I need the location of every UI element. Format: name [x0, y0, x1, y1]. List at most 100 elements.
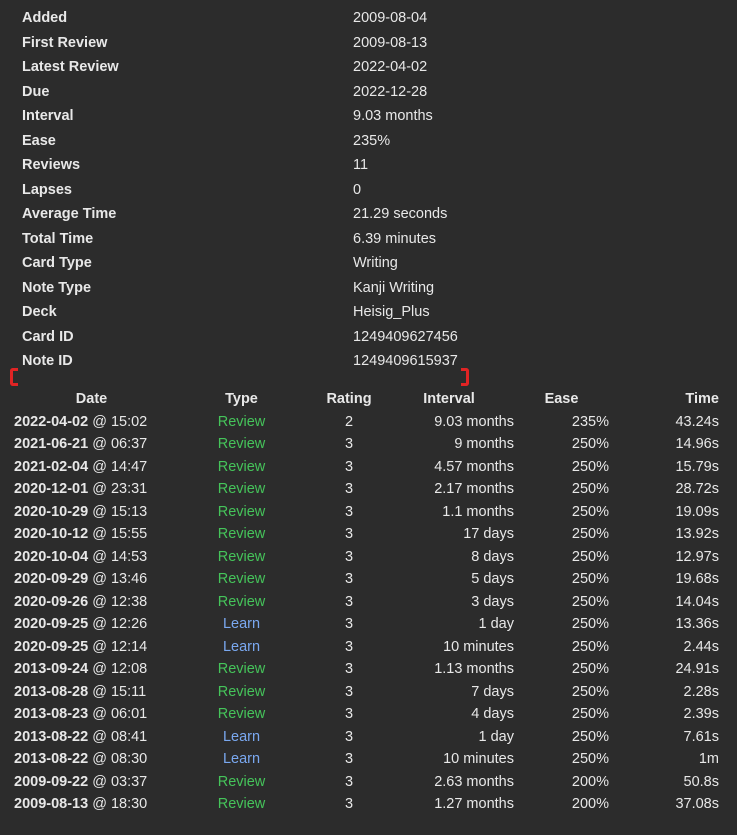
review-time-of-day: @ 08:41 [92, 728, 148, 745]
cell-ease: 250% [571, 436, 609, 453]
cell-date: 2009-08-13 @ 18:30 [14, 793, 169, 816]
cell-date: 2013-08-22 @ 08:30 [14, 748, 169, 771]
review-time-of-day: @ 08:30 [92, 751, 148, 768]
cell-ease: 250% [571, 661, 609, 678]
cell-rating: 2 [344, 413, 354, 430]
info-label: Average Time [22, 206, 117, 222]
cell-rating: 3 [344, 503, 354, 520]
review-time-of-day: @ 13:46 [92, 571, 148, 588]
cell-ease: 250% [571, 638, 609, 655]
cell-interval: 9 months [454, 436, 514, 453]
cell-date: 2020-10-12 @ 15:55 [14, 523, 169, 546]
cell-rating: 3 [344, 728, 354, 745]
info-label: Deck [22, 304, 57, 320]
cell-rating: 3 [344, 616, 354, 633]
review-date: 2020-09-29 [14, 571, 89, 588]
cell-ease: 250% [571, 728, 609, 745]
table-row: 2013-08-23 @ 06:01 Review 3 4 days 250% 2.39s [14, 703, 719, 726]
cell-date: 2020-12-01 @ 23:31 [14, 478, 169, 501]
review-date: 2022-04-02 [14, 413, 89, 430]
cell-interval: 1.13 months [434, 661, 514, 678]
table-row: 2022-04-02 @ 15:02 Review 2 9.03 months 235%… [14, 411, 719, 434]
cell-type: Review [217, 796, 266, 813]
info-value: 0 [353, 181, 362, 198]
cell-rating: 3 [344, 481, 354, 498]
cell-date: 2021-06-21 @ 06:37 [14, 433, 169, 456]
table-row: 2020-09-25 @ 12:26 Learn 3 1 day 250% 13.36s [14, 613, 719, 636]
cell-time: 7.61s [683, 728, 719, 745]
info-value: 11 [353, 157, 369, 173]
info-value: 21.29 seconds [353, 206, 448, 222]
cell-date: 2021-02-04 @ 14:47 [14, 456, 169, 479]
cell-date: 2020-09-29 @ 13:46 [14, 568, 169, 591]
review-time-of-day: @ 12:26 [92, 616, 148, 633]
info-row: Added 2009-08-04 [22, 6, 722, 31]
cell-type: Learn [222, 638, 261, 655]
cell-rating: 3 [344, 548, 354, 565]
info-row: Total Time 6.39 minutes [22, 227, 722, 252]
table-row: 2020-10-12 @ 15:55 Review 3 17 days 250% 13.9… [14, 523, 719, 546]
review-time-of-day: @ 06:37 [92, 436, 148, 453]
review-time-of-day: @ 12:08 [92, 661, 148, 678]
review-date: 2009-08-13 [14, 796, 89, 813]
cell-date: 2020-09-26 @ 12:38 [14, 591, 169, 614]
review-log-table: Date Type Rating Interval Ease Time 2022… [14, 388, 719, 816]
cell-interval: 4 days [471, 706, 514, 723]
cell-rating: 3 [344, 458, 354, 475]
cell-date: 2013-08-28 @ 15:11 [14, 681, 169, 704]
cell-rating: 3 [344, 706, 354, 723]
info-label: Note Type [22, 279, 92, 296]
info-row: Reviews 11 [22, 153, 722, 178]
cell-date: 2022-04-02 @ 15:02 [14, 411, 169, 434]
cell-type: Review [217, 683, 266, 700]
cell-rating: 3 [344, 526, 354, 543]
column-header-time: Time [685, 391, 719, 408]
cell-rating: 3 [344, 571, 354, 588]
table-row: 2020-09-29 @ 13:46 Review 3 5 days 250% 19.68… [14, 568, 719, 591]
info-row: Card ID 1249409627456 [22, 325, 722, 350]
review-date: 2020-09-26 [14, 593, 89, 610]
cell-interval: 9.03 months [434, 413, 514, 430]
cell-interval: 2.63 months [434, 773, 514, 790]
info-value: 2022-12-28 [353, 83, 428, 100]
cell-date: 2020-10-29 @ 15:13 [14, 501, 169, 524]
cell-time: 28.72s [675, 481, 719, 498]
info-value: 6.39 minutes [353, 230, 437, 247]
card-info-panel: Added 2009-08-04 First Review 2009-08-13 Lat… [22, 6, 722, 374]
review-date: 2021-06-21 [14, 436, 89, 453]
info-label: Due [22, 83, 50, 100]
cell-rating: 3 [344, 796, 354, 813]
info-value: 2022-04-02 [353, 59, 428, 75]
review-date: 2020-09-25 [14, 616, 89, 633]
cell-date: 2009-09-22 @ 03:37 [14, 771, 169, 794]
column-header-date: Date [75, 391, 108, 408]
cell-time: 37.08s [675, 796, 719, 813]
cell-ease: 250% [571, 751, 609, 768]
cell-time: 1m [698, 751, 719, 768]
info-value: 2009-08-13 [353, 34, 428, 51]
review-time-of-day: @ 14:53 [92, 548, 148, 565]
cell-time: 24.91s [675, 661, 719, 678]
cell-rating: 3 [344, 751, 354, 768]
info-label: Latest Review [22, 59, 119, 75]
cell-time: 13.92s [675, 526, 719, 543]
cell-type: Learn [222, 616, 261, 633]
table-row: 2020-09-25 @ 12:14 Learn 3 10 minutes 250% 2.… [14, 636, 719, 659]
cell-date: 2020-09-25 @ 12:14 [14, 636, 169, 659]
info-row: Average Time 21.29 seconds [22, 202, 722, 227]
review-time-of-day: @ 15:55 [92, 526, 148, 543]
info-label: Lapses [22, 181, 72, 198]
column-header-ease: Ease [544, 391, 579, 408]
cell-type: Review [217, 706, 266, 723]
cell-interval: 1.1 months [442, 503, 514, 520]
cell-ease: 250% [571, 706, 609, 723]
review-time-of-day: @ 15:02 [92, 413, 148, 430]
review-time-of-day: @ 06:01 [92, 706, 148, 723]
cell-time: 13.36s [675, 616, 719, 633]
review-time-of-day: @ 23:31 [92, 481, 148, 498]
review-date: 2009-09-22 [14, 773, 89, 790]
cell-interval: 7 days [471, 683, 514, 700]
column-header-type: Type [225, 391, 258, 408]
table-row: 2021-02-04 @ 14:47 Review 3 4.57 months 250%… [14, 456, 719, 479]
info-row: First Review 2009-08-13 [22, 31, 722, 56]
